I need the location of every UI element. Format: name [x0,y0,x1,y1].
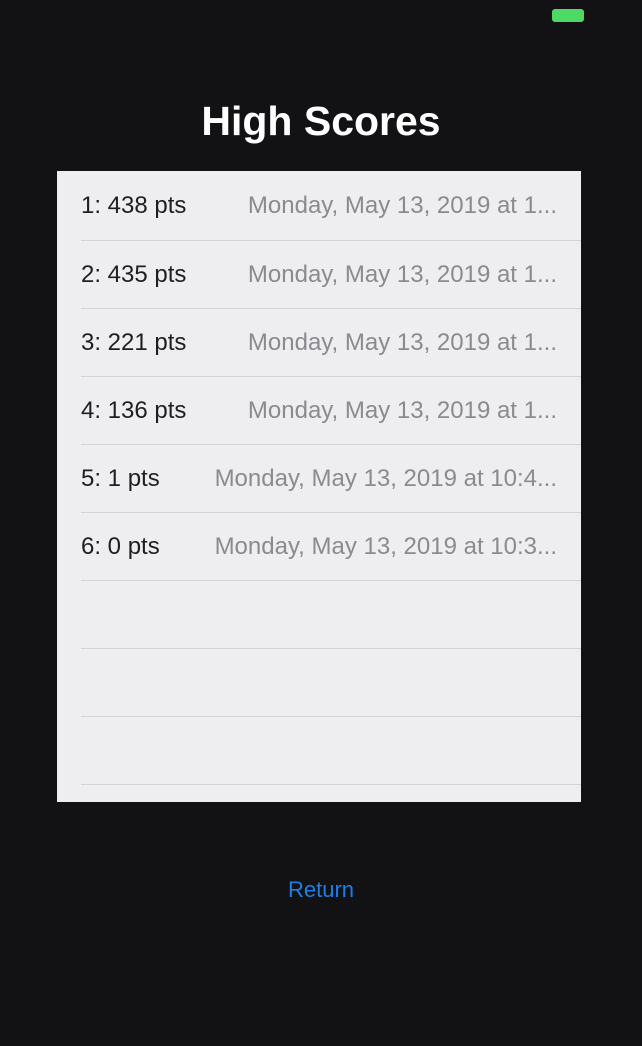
score-label: 3: 221 pts [81,328,187,356]
table-row[interactable]: 5: 1 pts Monday, May 13, 2019 at 10:4... [81,445,581,513]
empty-table-row [81,717,581,785]
score-label: 5: 1 pts [81,464,160,492]
score-label: 6: 0 pts [81,532,160,560]
empty-table-row [81,581,581,649]
table-row[interactable]: 1: 438 pts Monday, May 13, 2019 at 1... [81,171,581,241]
return-button[interactable]: Return [0,875,642,905]
score-date: Monday, May 13, 2019 at 10:3... [214,532,557,560]
table-row[interactable]: 3: 221 pts Monday, May 13, 2019 at 1... [81,309,581,377]
table-row[interactable]: 2: 435 pts Monday, May 13, 2019 at 1... [81,241,581,309]
empty-table-row [81,649,581,717]
score-date: Monday, May 13, 2019 at 1... [247,260,557,288]
high-scores-table[interactable]: 1: 438 pts Monday, May 13, 2019 at 1... … [57,171,581,802]
score-date: Monday, May 13, 2019 at 1... [247,191,557,219]
page-title: High Scores [201,98,441,144]
score-label: 4: 136 pts [81,396,187,424]
table-row[interactable]: 4: 136 pts Monday, May 13, 2019 at 1... [81,377,581,445]
score-label: 1: 438 pts [81,191,187,219]
score-date: Monday, May 13, 2019 at 10:4... [214,464,557,492]
battery-icon [552,9,584,22]
table-row[interactable]: 6: 0 pts Monday, May 13, 2019 at 10:3... [81,513,581,581]
score-label: 2: 435 pts [81,260,187,288]
score-date: Monday, May 13, 2019 at 1... [247,328,557,356]
score-date: Monday, May 13, 2019 at 1... [247,396,557,424]
